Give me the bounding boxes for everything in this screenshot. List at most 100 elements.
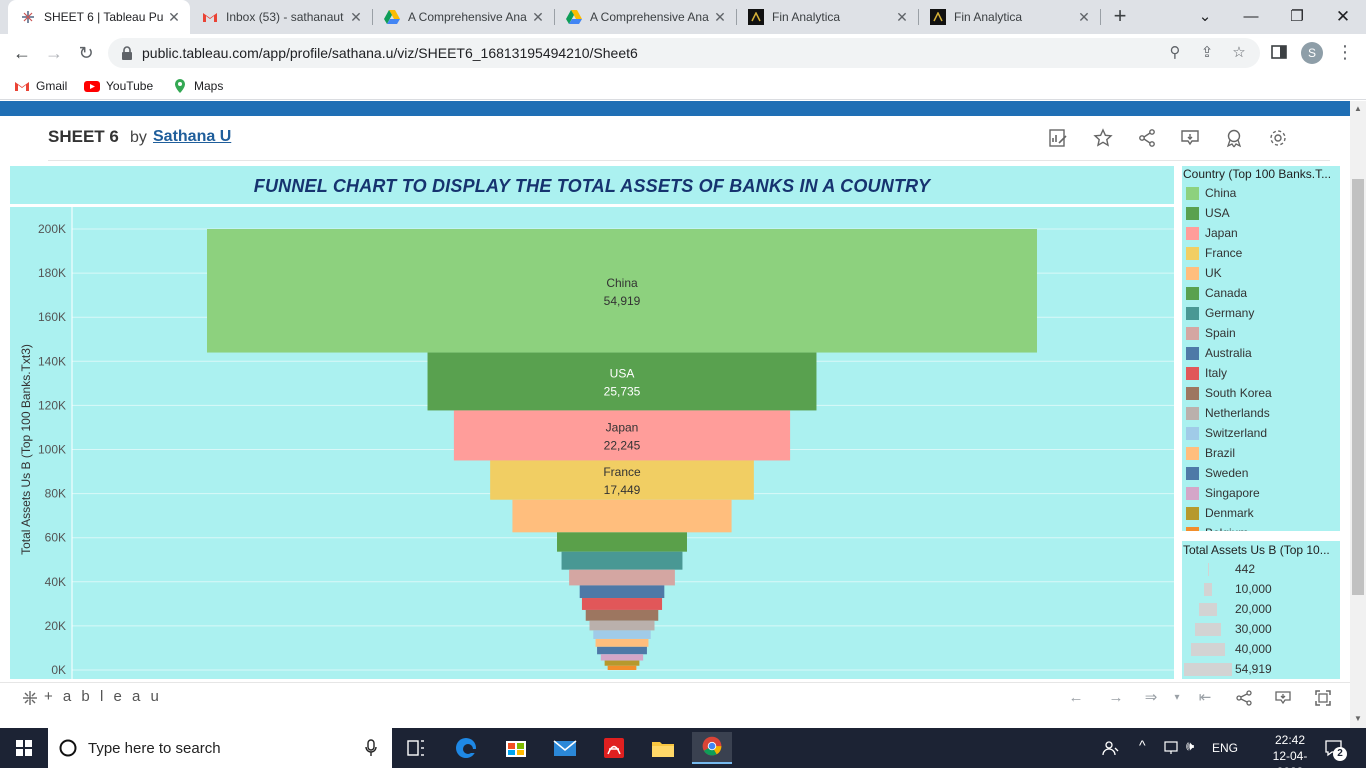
share-viz-icon[interactable] (1137, 128, 1157, 148)
close-tab-icon[interactable]: ✕ (712, 9, 728, 25)
bookmark-gmail[interactable]: Gmail (14, 77, 67, 95)
tab-gmail[interactable]: Inbox (53) - sathanaut ✕ (190, 0, 372, 34)
edit-viz-icon[interactable] (1048, 128, 1068, 148)
acrobat-reader-icon[interactable] (594, 732, 634, 764)
redo-icon[interactable]: → (1107, 689, 1125, 707)
legend-item[interactable]: China (1186, 184, 1236, 202)
restore-button[interactable]: ❐ (1286, 6, 1308, 28)
close-tab-icon[interactable]: ✕ (530, 9, 546, 25)
country-color-legend[interactable]: Country (Top 100 Banks.T... China USA Japa… (1182, 166, 1340, 531)
legend-item[interactable]: Germany (1186, 304, 1254, 322)
edge-browser-icon[interactable] (446, 732, 486, 764)
fullscreen-icon[interactable] (1314, 689, 1332, 707)
chrome-browser-icon[interactable] (692, 732, 732, 764)
close-tab-icon[interactable]: ✕ (348, 9, 364, 25)
zoom-search-icon[interactable]: ⚲ (1166, 44, 1184, 62)
undo-icon[interactable]: ← (1067, 689, 1085, 707)
tray-overflow-chevron-icon[interactable]: ^ (1139, 737, 1146, 753)
windows-start-icon[interactable] (0, 728, 48, 768)
scroll-thumb[interactable] (1352, 179, 1364, 595)
legend-item[interactable]: Switzerland (1186, 424, 1267, 442)
people-icon[interactable] (1102, 739, 1120, 757)
comment-icon[interactable] (1180, 128, 1200, 148)
bookmark-youtube[interactable]: YouTube (84, 77, 153, 95)
legend-item[interactable]: South Korea (1186, 384, 1272, 402)
close-window-button[interactable]: ✕ (1332, 6, 1354, 28)
legend-item[interactable]: USA (1186, 204, 1230, 222)
legend-item[interactable]: France (1186, 244, 1242, 262)
page-scrollbar[interactable]: ▲ ▼ (1350, 101, 1366, 728)
close-tab-icon[interactable]: ✕ (166, 9, 182, 25)
microsoft-store-icon[interactable] (496, 732, 536, 764)
back-button[interactable]: ← (10, 41, 34, 65)
legend-item[interactable]: Spain (1186, 324, 1236, 342)
mail-icon[interactable] (545, 732, 585, 764)
tab-search-chevron-icon[interactable]: ⌄ (1194, 6, 1216, 28)
tab-drive-2[interactable]: A Comprehensive Ana ✕ (554, 0, 736, 34)
viz-of-the-day-badge-icon[interactable] (1224, 128, 1244, 148)
legend-swatch (1186, 186, 1199, 200)
legend-swatch (1186, 226, 1199, 240)
reset-icon[interactable]: ⇤ (1196, 689, 1214, 707)
legend-item[interactable]: Singapore (1186, 484, 1260, 502)
legend-item[interactable]: Brazil (1186, 444, 1235, 462)
legend-item[interactable]: Japan (1186, 224, 1238, 242)
microphone-icon[interactable] (364, 739, 378, 757)
funnel-chart[interactable]: 200K 180K 160K 140K 120K 100K 80K 60K 40K 20K 0K To… (10, 207, 1174, 679)
side-panel-icon[interactable] (1271, 44, 1287, 60)
legend-swatch (1186, 406, 1199, 420)
revert-icon[interactable]: ⇒ (1142, 689, 1160, 707)
windows-taskbar: Type here to search ^ 🕪 ENG 22:42 12-04-… (0, 728, 1366, 779)
legend-item[interactable]: Netherlands (1186, 404, 1270, 422)
profile-avatar[interactable]: S (1301, 42, 1323, 64)
legend-label: Denmark (1205, 506, 1254, 520)
download-icon[interactable] (1274, 689, 1292, 707)
revert-dropdown-icon[interactable]: ▾ (1168, 689, 1186, 707)
legend-item[interactable]: Italy (1186, 364, 1227, 382)
browser-menu-icon[interactable]: ⋮ (1336, 41, 1354, 63)
minimize-button[interactable]: — (1240, 6, 1262, 28)
system-clock[interactable]: 22:42 12-04-2023 (1262, 732, 1318, 780)
funnel-chart-panel[interactable]: 200K 180K 160K 140K 120K 100K 80K 60K 40K 20K 0K To… (10, 207, 1174, 679)
address-bar[interactable]: public.tableau.com/app/profile/sathana.u… (108, 38, 1260, 68)
legend-item[interactable]: UK (1186, 264, 1222, 282)
legend-item[interactable]: Denmark (1186, 504, 1254, 522)
tab-drive-1[interactable]: A Comprehensive Ana ✕ (372, 0, 554, 34)
size-legend-item: 20,000 (1182, 600, 1340, 620)
by-label: by (130, 129, 147, 146)
share-icon[interactable]: ⇪ (1198, 44, 1216, 62)
tab-fin-analytica-2[interactable]: Fin Analytica ✕ (918, 0, 1100, 34)
settings-gear-icon[interactable] (1268, 128, 1288, 148)
share-icon[interactable] (1235, 689, 1253, 707)
network-icon[interactable] (1164, 741, 1178, 755)
legend-item[interactable]: Belgium (1186, 524, 1248, 531)
tab-tableau[interactable]: SHEET 6 | Tableau Pub ✕ (8, 0, 190, 34)
search-placeholder: Type here to search (88, 740, 221, 757)
y-tick-label: 40K (45, 575, 66, 589)
bookmark-maps[interactable]: Maps (172, 77, 223, 95)
new-tab-button[interactable]: + (1108, 5, 1132, 29)
file-explorer-icon[interactable] (643, 732, 683, 764)
favorite-star-icon[interactable] (1093, 128, 1113, 148)
close-tab-icon[interactable]: ✕ (894, 9, 910, 25)
y-tick-label: 160K (38, 310, 66, 324)
forward-button[interactable]: → (42, 41, 66, 65)
funnel-bar-switzerland (593, 630, 651, 639)
legend-item[interactable]: Canada (1186, 284, 1247, 302)
legend-swatch (1186, 446, 1199, 460)
legend-label: USA (1205, 206, 1230, 220)
author-link[interactable]: Sathana U (153, 128, 231, 146)
scroll-down-icon[interactable]: ▼ (1353, 714, 1363, 724)
language-indicator[interactable]: ENG (1212, 741, 1238, 755)
legend-label: China (1205, 186, 1237, 200)
task-view-icon[interactable] (396, 732, 436, 764)
legend-item[interactable]: Sweden (1186, 464, 1248, 482)
tab-fin-analytica-1[interactable]: Fin Analytica ✕ (736, 0, 918, 34)
scroll-up-icon[interactable]: ▲ (1353, 104, 1363, 114)
volume-icon[interactable]: 🕪 (1186, 738, 1194, 754)
close-tab-icon[interactable]: ✕ (1076, 9, 1092, 25)
reload-button[interactable]: ↻ (74, 41, 98, 65)
legend-item[interactable]: Australia (1186, 344, 1252, 362)
taskbar-search-box[interactable]: Type here to search (48, 728, 392, 768)
bookmark-star-icon[interactable]: ☆ (1230, 44, 1248, 62)
